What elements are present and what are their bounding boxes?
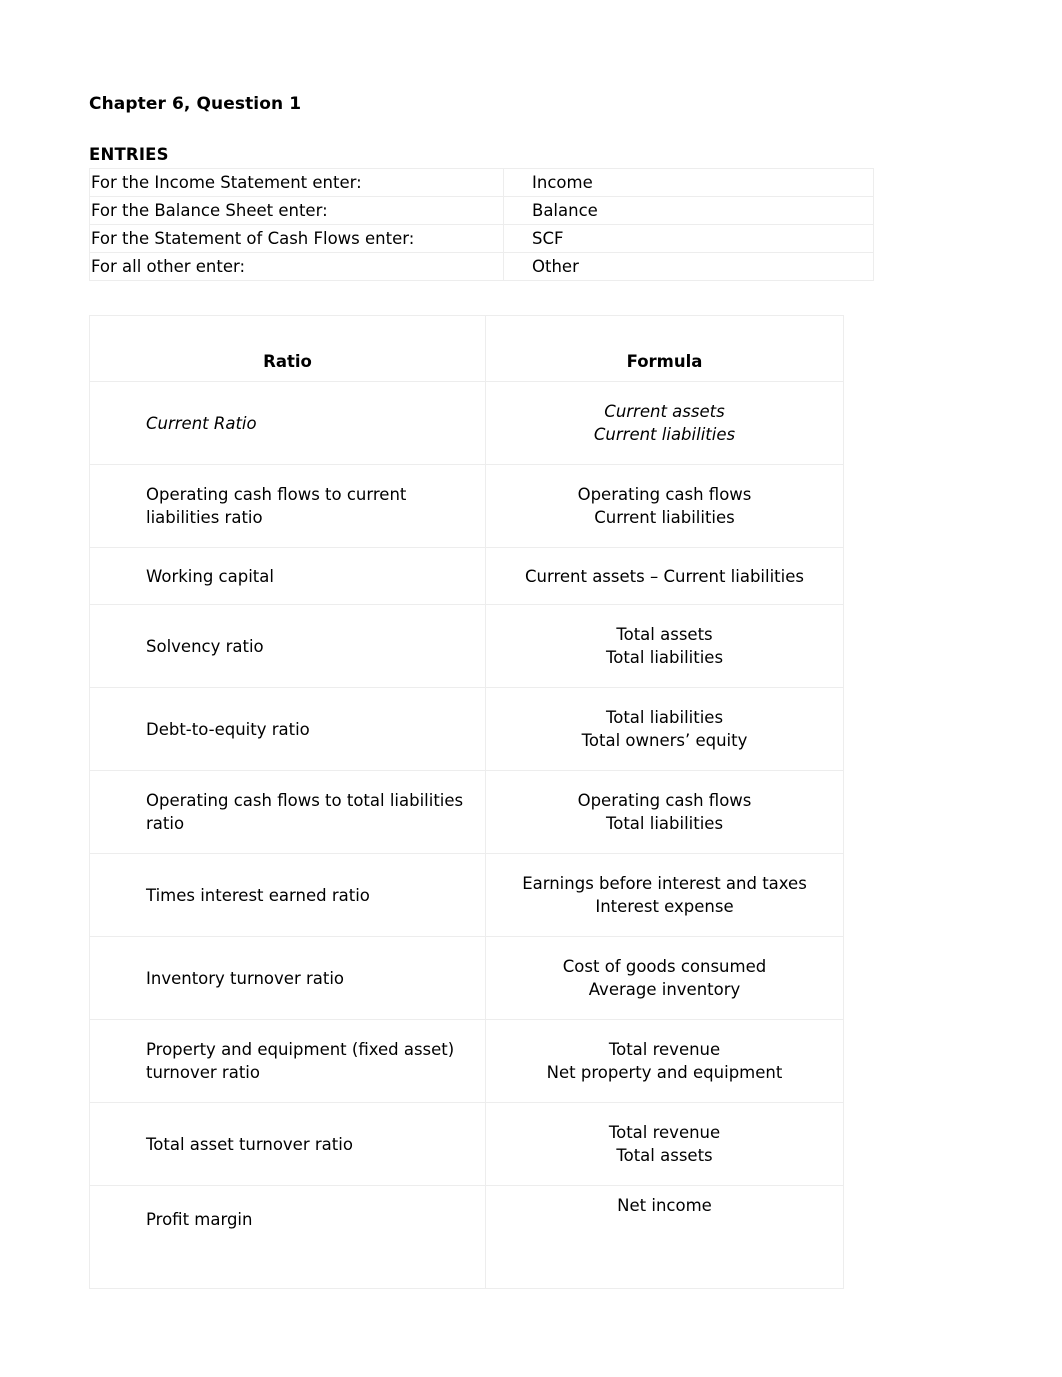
table-row: Operating cash flows to current liabilit…: [89, 464, 844, 548]
formula-denominator-8: Net property and equipment: [546, 1063, 783, 1082]
table-row: For the Income Statement enter: Income: [89, 168, 874, 197]
page-content: Chapter 6, Question 1 ENTRIES For the In…: [89, 93, 874, 1289]
ratio-name-3: Solvency ratio: [89, 604, 486, 688]
ratio-name-6: Times interest earned ratio: [89, 853, 486, 937]
entries-table: For the Income Statement enter: Income F…: [89, 168, 874, 281]
ratio-name-1: Operating cash flows to current liabilit…: [89, 464, 486, 548]
formula-numerator-1: Operating cash flows: [577, 485, 752, 504]
formula-numerator-10: Net income: [617, 1196, 712, 1215]
formula-denominator-6: Interest expense: [595, 897, 734, 916]
document-page: Chapter 6, Question 1 ENTRIES For the In…: [0, 0, 1062, 1377]
ratio-formula-4: Total liabilities Total owners’ equity: [485, 687, 844, 771]
table-row: Property and equipment (fixed asset) tur…: [89, 1019, 844, 1103]
ratio-name-5: Operating cash flows to total liabilitie…: [89, 770, 486, 854]
formula-denominator-4: Total owners’ equity: [581, 731, 748, 750]
formula-denominator-3: Total liabilities: [605, 648, 724, 667]
ratio-name-8: Property and equipment (fixed asset) tur…: [89, 1019, 486, 1103]
formula-denominator-9: Total assets: [616, 1146, 713, 1165]
ratio-name-0: Current Ratio: [89, 381, 486, 465]
ratio-formula-2: Current assets – Current liabilities: [485, 547, 844, 605]
ratio-formula-8: Total revenue Net property and equipment: [485, 1019, 844, 1103]
ratio-name-7: Inventory turnover ratio: [89, 936, 486, 1020]
table-row: For the Balance Sheet enter: Balance: [89, 196, 874, 225]
formula-numerator-8: Total revenue: [608, 1040, 721, 1059]
ratio-formula-9: Total revenue Total assets: [485, 1102, 844, 1186]
table-row: Profit margin Net income: [89, 1185, 844, 1289]
page-title: Chapter 6, Question 1: [89, 94, 302, 114]
formula-denominator-1: Current liabilities: [594, 508, 735, 527]
ratio-formula-3: Total assets Total liabilities: [485, 604, 844, 688]
table-row: Solvency ratio Total assets Total liabil…: [89, 604, 844, 688]
ratio-name-9: Total asset turnover ratio: [89, 1102, 486, 1186]
ratio-formula-table: Ratio Formula Current Ratio Current asse…: [89, 315, 844, 1289]
ratio-name-10: Profit margin: [89, 1185, 486, 1289]
entries-prompt-3: For all other enter:: [89, 252, 504, 281]
table-row: Debt-to-equity ratio Total liabilities T…: [89, 687, 844, 771]
formula-numerator-0: Current assets: [604, 402, 725, 421]
ratio-formula-5: Operating cash flows Total liabilities: [485, 770, 844, 854]
formula-denominator-7: Average inventory: [588, 980, 741, 999]
table-header-row: Ratio Formula: [89, 315, 844, 382]
table-row: Working capital Current assets – Current…: [89, 547, 844, 605]
formula-numerator-2: Current assets – Current liabilities: [524, 566, 804, 586]
entries-answer-0: Income: [503, 168, 874, 197]
table-row: Times interest earned ratio Earnings bef…: [89, 853, 844, 937]
ratio-formula-0: Current assets Current liabilities: [485, 381, 844, 465]
formula-numerator-5: Operating cash flows: [577, 791, 752, 810]
entries-answer-1: Balance: [503, 196, 874, 225]
entries-prompt-1: For the Balance Sheet enter:: [89, 196, 504, 225]
column-header-formula: Formula: [485, 315, 844, 382]
ratio-name-4: Debt-to-equity ratio: [89, 687, 486, 771]
entries-table-body: For the Income Statement enter: Income F…: [89, 168, 874, 281]
ratio-formula-1: Operating cash flows Current liabilities: [485, 464, 844, 548]
formula-numerator-6: Earnings before interest and taxes: [522, 874, 807, 893]
ratio-formula-6: Earnings before interest and taxes Inter…: [485, 853, 844, 937]
formula-numerator-3: Total assets: [616, 625, 713, 644]
ratio-formula-7: Cost of goods consumed Average inventory: [485, 936, 844, 1020]
entries-prompt-0: For the Income Statement enter:: [89, 168, 504, 197]
formula-numerator-4: Total liabilities: [605, 708, 724, 727]
table-row: Operating cash flows to total liabilitie…: [89, 770, 844, 854]
entries-answer-3: Other: [503, 252, 874, 281]
formula-denominator-5: Total liabilities: [605, 814, 724, 833]
entries-section-label: ENTRIES: [89, 145, 169, 164]
column-header-ratio: Ratio: [89, 315, 486, 382]
ratio-name-2: Working capital: [89, 547, 486, 605]
ratio-formula-10: Net income: [485, 1185, 844, 1289]
table-row: For the Statement of Cash Flows enter: S…: [89, 224, 874, 253]
entries-answer-2: SCF: [503, 224, 874, 253]
ratio-formula-table-body: Ratio Formula Current Ratio Current asse…: [89, 315, 844, 1289]
table-row: Total asset turnover ratio Total revenue…: [89, 1102, 844, 1186]
entries-prompt-2: For the Statement of Cash Flows enter:: [89, 224, 504, 253]
title-spacer: [89, 115, 845, 144]
formula-denominator-0: Current liabilities: [593, 425, 736, 444]
formula-numerator-7: Cost of goods consumed: [562, 957, 767, 976]
formula-numerator-9: Total revenue: [608, 1123, 721, 1142]
table-row: For all other enter: Other: [89, 252, 874, 281]
table-row: Inventory turnover ratio Cost of goods c…: [89, 936, 844, 1020]
table-row: Current Ratio Current assets Current lia…: [89, 381, 844, 465]
